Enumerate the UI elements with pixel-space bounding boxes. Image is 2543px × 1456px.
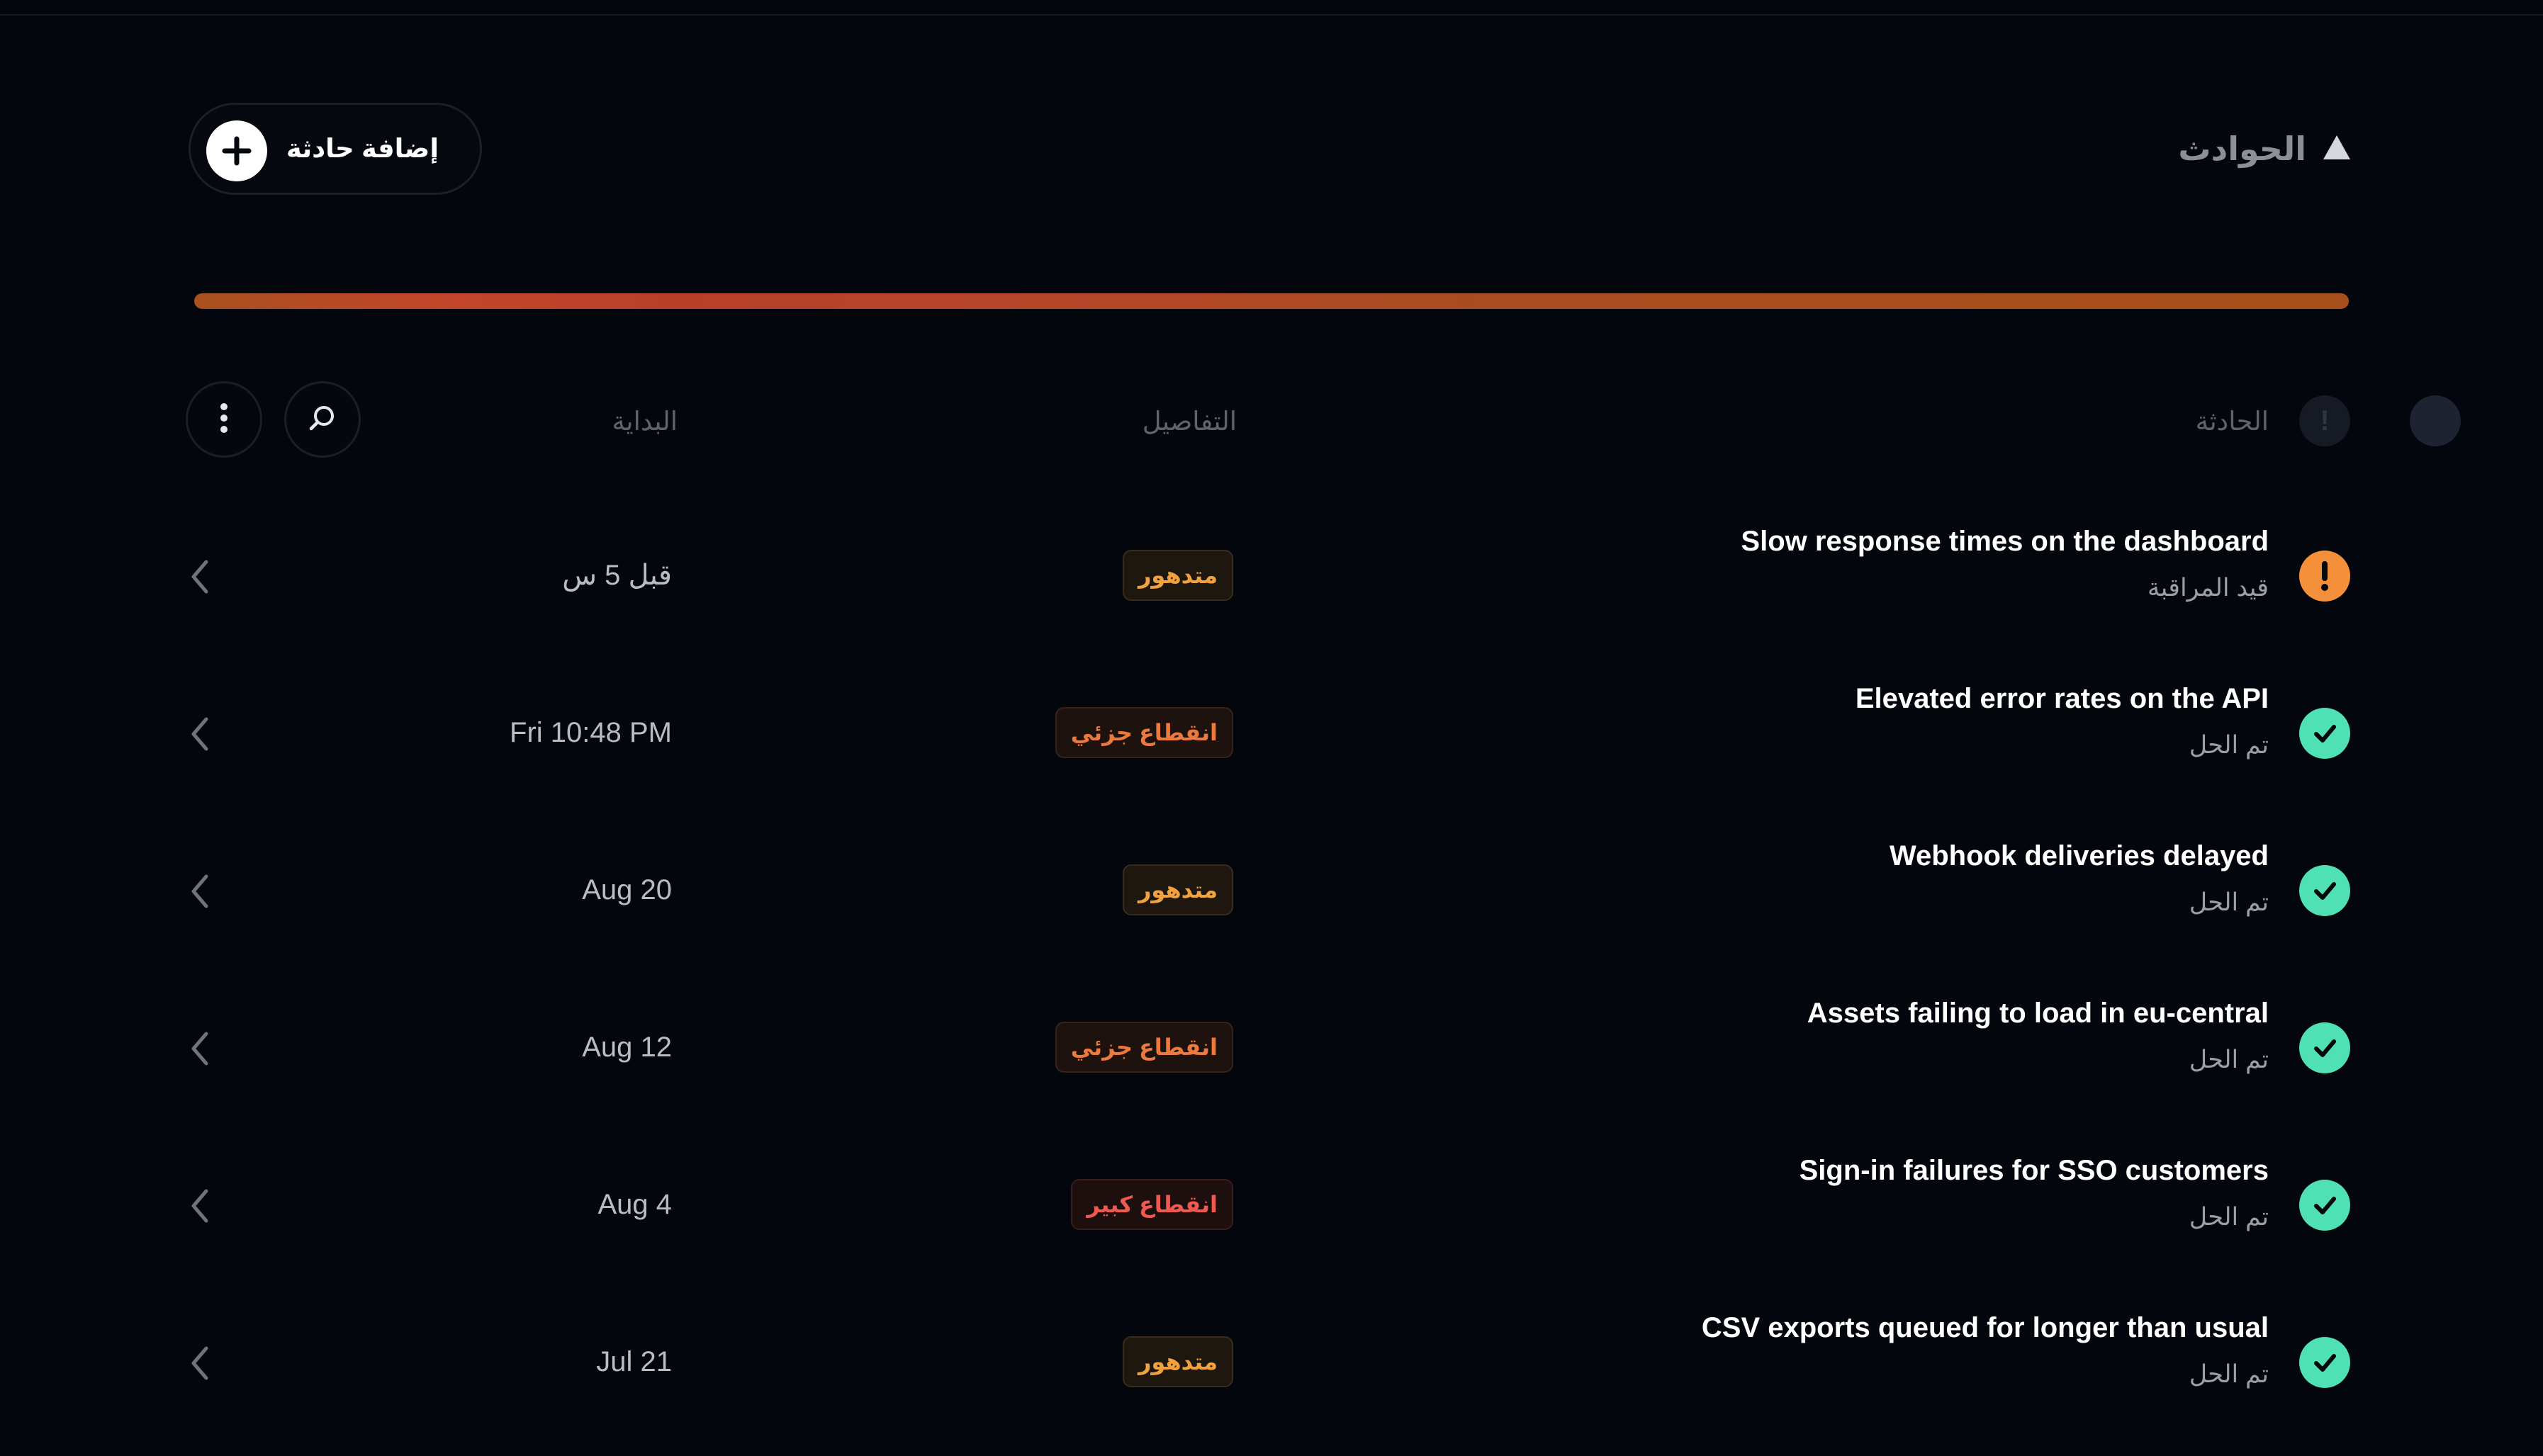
check-circle-icon [2299,708,2350,759]
more-vertical-icon [217,400,231,439]
impact-badge: متدهور [1122,864,1233,915]
incident-name[interactable]: Webhook deliveries delayed [1890,840,2269,872]
window-top-border [0,0,2543,16]
chevron-left-icon[interactable] [186,1186,214,1226]
incident-start-time: Aug 20 [582,874,672,905]
chevron-left-icon[interactable] [186,871,214,911]
chevron-left-icon[interactable] [186,1343,214,1383]
incident-name[interactable]: Slow response times on the dashboard [1741,526,2269,558]
check-circle-icon [2299,1337,2350,1388]
incident-name[interactable]: Elevated error rates on the API [1856,683,2269,715]
incident-name[interactable]: Assets failing to load in eu-central [1807,998,2269,1029]
add-incident-label: إضافة حادثة [286,134,439,163]
check-circle-icon [2299,1180,2350,1231]
impact-badge: متدهور [1122,550,1233,601]
select-all-indicator[interactable] [2410,395,2461,446]
incident-row[interactable]: Assets failing to load in eu-central تم ا… [0,969,2543,1127]
search-button[interactable] [284,381,361,458]
chevron-left-icon[interactable] [186,1029,214,1068]
alert-circle-icon [2299,551,2350,602]
incident-name[interactable]: Sign-in failures for SSO customers [1800,1155,2269,1187]
chevron-left-icon[interactable] [186,557,214,597]
column-incident[interactable]: الحادثة [2196,400,2269,443]
impact-badge: انقطاع جزئي [1055,707,1233,758]
search-icon [307,402,338,437]
incident-start-time: Aug 12 [582,1032,672,1063]
incident-status: تم الحل [2189,731,2269,759]
check-circle-icon [2299,1022,2350,1073]
plus-icon [206,120,267,181]
chevron-left-icon[interactable] [186,714,214,754]
impact-badge: متدهور [1122,1336,1233,1387]
incident-row[interactable]: Sign-in failures for SSO customers تم الح… [0,1127,2543,1284]
incident-row[interactable]: Elevated error rates on the API تم الحل ان… [0,655,2543,812]
incident-start-time: قبل 5 س [562,560,672,591]
incident-row[interactable]: Slow response times on the dashboard قيد … [0,497,2543,655]
incident-row[interactable]: CSV exports queued for longer than usual… [0,1284,2543,1441]
triangle-up-icon [2322,134,2352,164]
incident-name[interactable]: CSV exports queued for longer than usual [1702,1312,2269,1344]
incident-status: تم الحل [2189,1046,2269,1073]
incident-start-time: Fri 10:48 PM [510,717,672,748]
incident-status: تم الحل [2189,1203,2269,1231]
more-options-button[interactable] [186,381,262,458]
check-circle-icon [2299,865,2350,916]
incident-row[interactable]: Webhook deliveries delayed تم الحل متدهور A… [0,812,2543,969]
incident-start-time: Aug 4 [597,1189,672,1220]
incident-status: قيد المراقبة [2147,574,2269,602]
status-column-icon: ! [2299,395,2350,446]
impact-badge: انقطاع جزئي [1055,1022,1233,1073]
incidents-section-toggle[interactable]: الحوادث [2178,120,2352,177]
incident-status: تم الحل [2189,888,2269,916]
add-incident-button[interactable]: إضافة حادثة [189,103,482,195]
incident-start-time: Jul 21 [596,1346,672,1377]
uptime-timeline-bar [194,293,2349,309]
column-details[interactable]: التفاصيل [1143,400,1237,443]
page-title: الحوادث [2178,130,2306,167]
column-start[interactable]: البداية [612,400,678,443]
incident-status: تم الحل [2189,1360,2269,1388]
impact-badge: انقطاع كبير [1071,1179,1233,1230]
